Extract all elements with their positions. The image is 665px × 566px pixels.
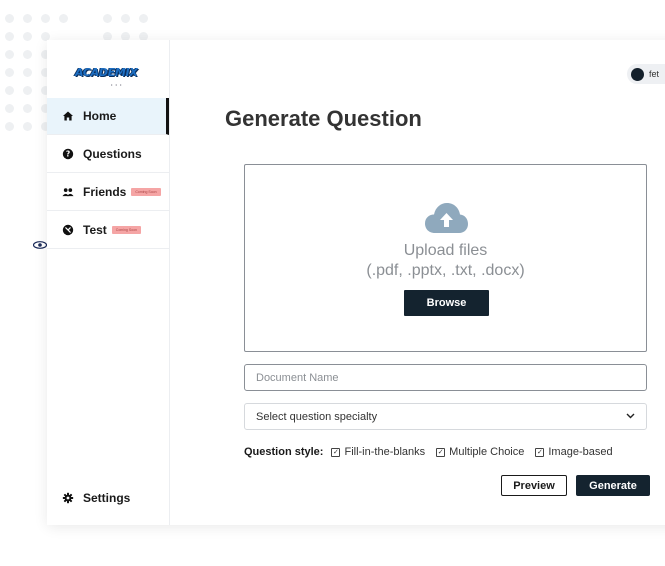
sidebar-item-label: Test bbox=[83, 223, 107, 237]
checkbox-icon[interactable]: ✓ bbox=[535, 447, 545, 457]
eye-icon bbox=[33, 241, 47, 249]
gear-icon bbox=[62, 492, 74, 504]
coming-soon-badge: Coming Soon bbox=[111, 226, 142, 234]
specialty-select-value: Select question specialty bbox=[256, 410, 378, 423]
question-circle-icon: ? bbox=[62, 148, 74, 160]
cloud-upload-icon bbox=[425, 203, 468, 233]
theme-toggle[interactable]: fet bbox=[627, 64, 665, 84]
sidebar-item-friends[interactable]: Friends Coming Soon bbox=[47, 174, 169, 211]
option-label: Multiple Choice bbox=[449, 446, 525, 458]
sidebar-item-label: Home bbox=[83, 109, 117, 123]
sidebar-item-test[interactable]: Test Coming Soon bbox=[47, 212, 169, 249]
sidebar-item-home[interactable]: Home bbox=[47, 98, 169, 135]
logo-underline-decoration: • • • bbox=[111, 82, 123, 87]
sidebar-item-label: Friends bbox=[83, 185, 127, 199]
option-label: Image-based bbox=[548, 446, 613, 458]
sidebar: ACADEMIX • • • Home ? Questions Friends … bbox=[47, 40, 170, 525]
coming-soon-badge: Coming Soon bbox=[131, 188, 161, 196]
sidebar-item-label: Settings bbox=[83, 490, 131, 505]
toggle-label: fet bbox=[649, 69, 660, 79]
sidebar-item-label: Questions bbox=[83, 147, 142, 161]
app-window: ACADEMIX • • • Home ? Questions Friends … bbox=[47, 40, 665, 525]
app-logo[interactable]: ACADEMIX bbox=[75, 66, 139, 84]
svg-text:?: ? bbox=[66, 150, 70, 159]
sidebar-item-settings[interactable]: Settings bbox=[47, 479, 169, 516]
upload-title: Upload files bbox=[403, 242, 488, 259]
option-fill-in-the-blanks[interactable]: ✓ Fill-in-the-blanks bbox=[331, 446, 425, 458]
option-multiple-choice[interactable]: ✓ Multiple Choice bbox=[436, 446, 524, 458]
specialty-select[interactable]: Select question specialty bbox=[244, 403, 647, 430]
browse-button[interactable]: Browse bbox=[404, 290, 489, 316]
chevron-down-icon bbox=[626, 411, 635, 422]
test-icon bbox=[62, 224, 74, 236]
question-style-label: Question style: bbox=[244, 446, 324, 458]
option-image-based[interactable]: ✓ Image-based bbox=[535, 446, 613, 458]
people-icon bbox=[62, 186, 74, 198]
generate-button[interactable]: Generate bbox=[576, 475, 650, 496]
checkbox-icon[interactable]: ✓ bbox=[436, 447, 446, 457]
option-label: Fill-in-the-blanks bbox=[344, 446, 426, 458]
question-style-options: Question style: ✓ Fill-in-the-blanks ✓ M… bbox=[244, 446, 613, 458]
checkbox-icon[interactable]: ✓ bbox=[331, 447, 341, 457]
page-title: Generate Question bbox=[225, 106, 422, 131]
home-icon bbox=[62, 110, 74, 122]
document-name-input[interactable] bbox=[244, 364, 647, 391]
preview-button[interactable]: Preview bbox=[501, 475, 567, 496]
sidebar-item-questions[interactable]: ? Questions bbox=[47, 136, 169, 173]
upload-file-types: (.pdf, .pptx, .txt, .docx) bbox=[366, 262, 525, 279]
toggle-knob bbox=[631, 67, 644, 81]
main-content: fet Generate Question Upload files (.pdf… bbox=[169, 40, 665, 525]
upload-dropzone[interactable]: Upload files (.pdf, .pptx, .txt, .docx) … bbox=[244, 164, 647, 352]
